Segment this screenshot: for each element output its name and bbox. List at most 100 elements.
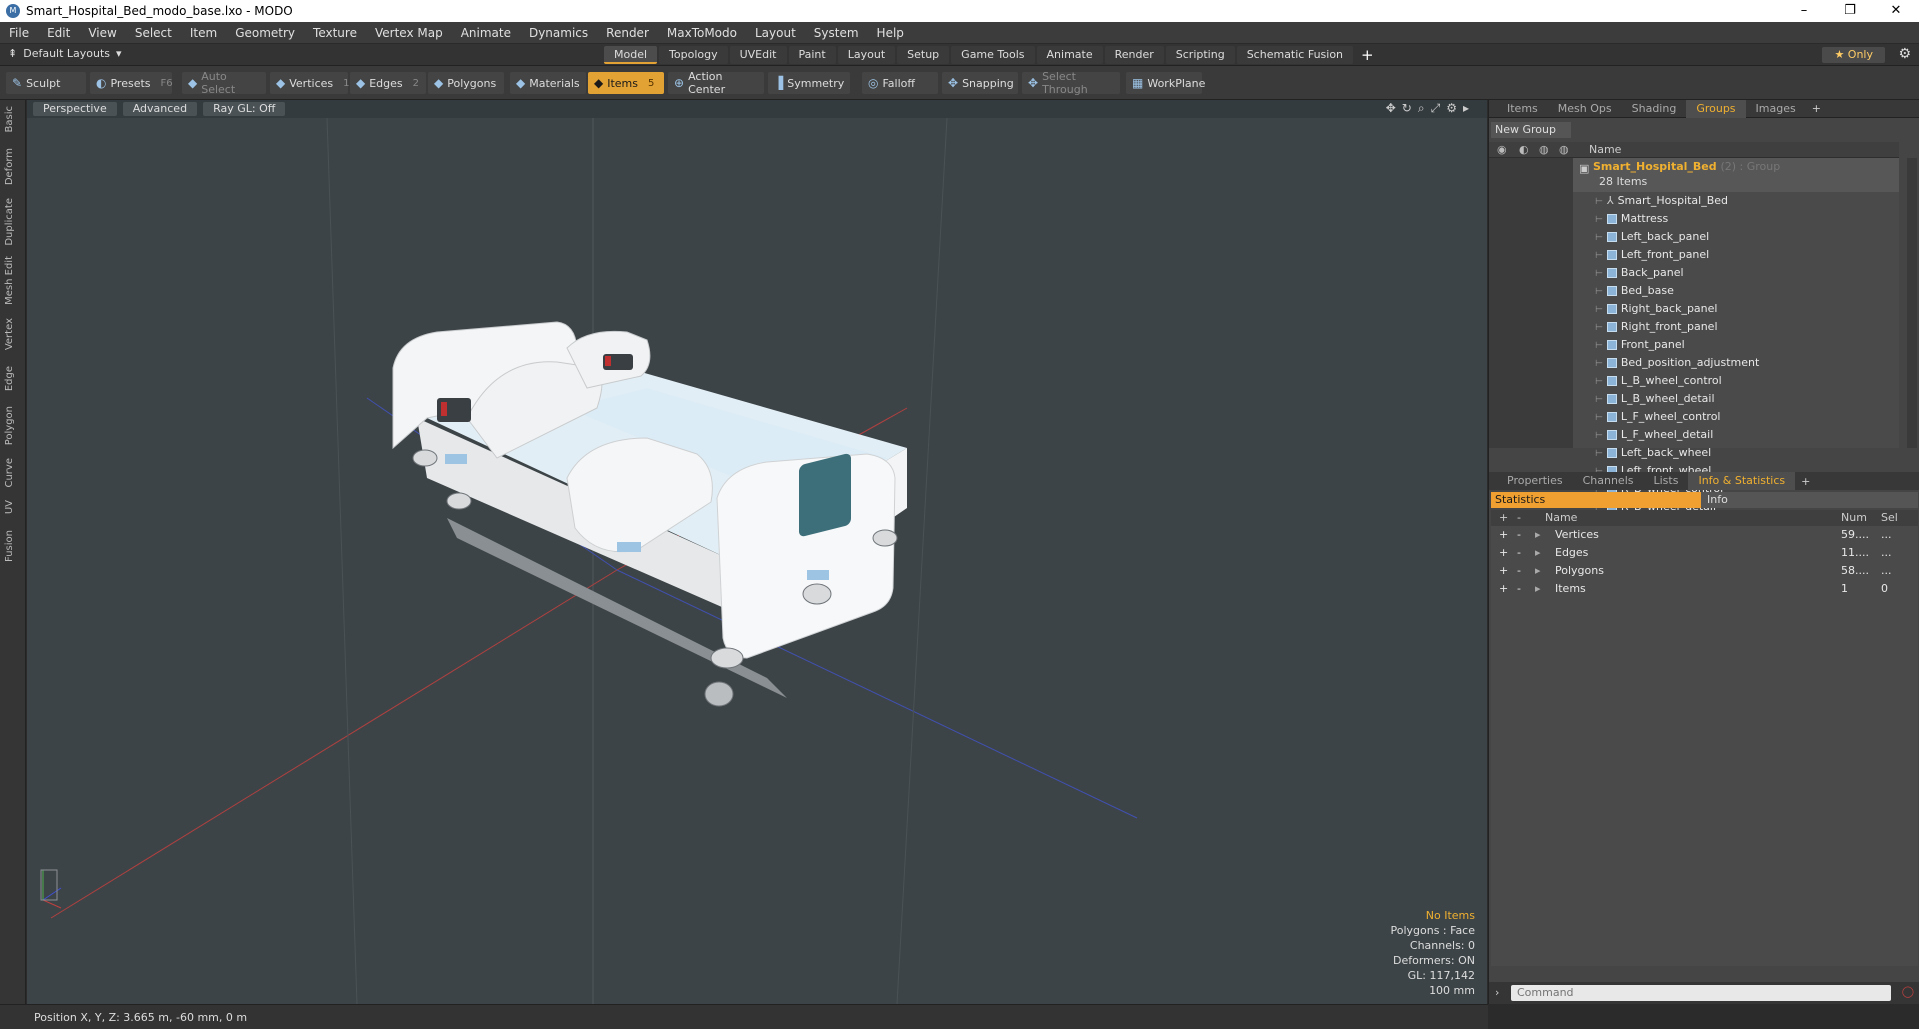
menu-dynamics[interactable]: Dynamics (520, 22, 597, 44)
symmetry-button[interactable]: ▐ Symmetry (768, 72, 850, 94)
visibility-column[interactable] (1489, 158, 1573, 448)
list-item[interactable]: ⊢ L_F_wheel_detail (1573, 426, 1899, 444)
hospital-bed-model[interactable] (392, 321, 907, 707)
tab-deform[interactable]: Deform (4, 148, 15, 185)
list-item[interactable]: ⊢ Bed_position_adjustment (1573, 354, 1899, 372)
list-item[interactable]: ⊢ L_F_wheel_control (1573, 408, 1899, 426)
edges-button[interactable]: ◆ Edges 2 (350, 72, 426, 94)
menu-system[interactable]: System (805, 22, 868, 44)
rotate-icon[interactable]: ↻ (1402, 101, 1412, 116)
select-through-button[interactable]: ✥ Select Through (1022, 70, 1120, 96)
menu-select[interactable]: Select (126, 22, 181, 44)
select-icon[interactable]: ◍ (1559, 143, 1569, 156)
table-row[interactable]: + - ▸ Polygons 58....... (1491, 562, 1918, 580)
view-mode-button[interactable]: Perspective (33, 102, 117, 116)
tab-curve[interactable]: Curve (4, 458, 15, 488)
menu-file[interactable]: File (0, 22, 38, 44)
items-button[interactable]: ◆ Items 5 (588, 72, 664, 94)
tab-items[interactable]: Items (1489, 100, 1548, 118)
tab-uvedit[interactable]: UVEdit (729, 46, 787, 64)
raygl-button[interactable]: Ray GL: Off (203, 102, 286, 116)
menu-render[interactable]: Render (597, 22, 658, 44)
sculpt-button[interactable]: ✎ Sculpt (6, 72, 86, 94)
minus-icon[interactable]: - (1517, 562, 1521, 580)
list-item[interactable]: ⊢ L_B_wheel_detail (1573, 390, 1899, 408)
group-row[interactable]: ▣ Smart_Hospital_Bed (2) : Group 28 Item… (1573, 158, 1899, 192)
menu-geometry[interactable]: Geometry (226, 22, 304, 44)
zoom-icon[interactable]: ⌕ (1418, 101, 1425, 116)
snapping-button[interactable]: ✥ Snapping (942, 72, 1018, 94)
menu-animate[interactable]: Animate (452, 22, 520, 44)
list-item[interactable]: ⊢ Left_back_wheel (1573, 444, 1899, 462)
add-icon[interactable]: + (1499, 544, 1508, 562)
menu-view[interactable]: View (79, 22, 125, 44)
tab-game-tools[interactable]: Game Tools (951, 46, 1035, 64)
record-icon[interactable]: ◯ (1902, 985, 1914, 998)
tab-groups[interactable]: Groups (1686, 99, 1746, 118)
tab-lists[interactable]: Lists (1644, 472, 1689, 490)
info-tab[interactable]: Info (1701, 492, 1918, 508)
falloff-button[interactable]: ◎ Falloff (862, 72, 938, 94)
tab-paint[interactable]: Paint (788, 46, 836, 64)
expand-icon[interactable]: ▸ (1535, 580, 1541, 598)
menu-maxtomodo[interactable]: MaxToModo (658, 22, 746, 44)
menu-item[interactable]: Item (181, 22, 226, 44)
list-item[interactable]: ⊢ Right_front_panel (1573, 318, 1899, 336)
layout-dropdown[interactable]: ⇞ Default Layouts ▾ (8, 47, 122, 60)
action-center-button[interactable]: ⊕ Action Center (668, 70, 764, 96)
maximize-button[interactable]: ❐ (1827, 0, 1873, 22)
close-button[interactable]: ✕ (1873, 0, 1919, 22)
table-row[interactable]: + - ▸ Items 1 0 (1491, 580, 1918, 598)
menu-layout[interactable]: Layout (746, 22, 805, 44)
tab-channels[interactable]: Channels (1573, 472, 1644, 490)
menu-vertex-map[interactable]: Vertex Map (366, 22, 452, 44)
tab-duplicate[interactable]: Duplicate (4, 198, 15, 246)
list-item[interactable]: ⊢ ⅄ Smart_Hospital_Bed (1573, 192, 1899, 210)
statistics-tab[interactable]: Statistics (1491, 492, 1701, 508)
tab-edge[interactable]: Edge (4, 366, 15, 391)
expand-icon[interactable]: ▸ (1535, 562, 1541, 580)
list-item[interactable]: ⊢ Mattress (1573, 210, 1899, 228)
tab-properties[interactable]: Properties (1489, 472, 1573, 490)
minus-icon[interactable]: - (1517, 544, 1521, 562)
list-item[interactable]: ⊢ L_B_wheel_control (1573, 372, 1899, 390)
fit-icon[interactable]: ⤢ (1431, 101, 1441, 116)
lock-icon[interactable]: ◐ (1519, 143, 1529, 156)
group-list-scrollbar[interactable] (1907, 158, 1917, 448)
tab-animate[interactable]: Animate (1036, 46, 1103, 64)
tab-scripting[interactable]: Scripting (1165, 46, 1235, 64)
tab-topology[interactable]: Topology (659, 46, 728, 64)
vertices-button[interactable]: ◆ Vertices 1 (270, 72, 350, 94)
add-icon[interactable]: + (1499, 580, 1508, 598)
materials-button[interactable]: ◆ Materials (510, 72, 586, 94)
table-row[interactable]: + - ▸ Edges 11....... (1491, 544, 1918, 562)
minus-icon[interactable]: - (1517, 580, 1521, 598)
tab-polygon[interactable]: Polygon (4, 406, 15, 445)
minus-icon[interactable]: - (1517, 526, 1521, 544)
list-item[interactable]: ⊢ Left_front_panel (1573, 246, 1899, 264)
add-icon[interactable]: + (1499, 562, 1508, 580)
list-item[interactable]: ⊢ Left_back_panel (1573, 228, 1899, 246)
viewport-gear-icon[interactable]: ⚙ (1446, 101, 1457, 116)
expand-icon[interactable]: ▸ (1463, 101, 1469, 116)
tab-info-statistics[interactable]: Info & Statistics (1688, 472, 1796, 490)
tab-mesh-edit[interactable]: Mesh Edit (4, 256, 15, 305)
minimize-button[interactable]: – (1781, 0, 1827, 22)
tab-model[interactable]: Model (604, 46, 658, 64)
tab-render[interactable]: Render (1104, 46, 1164, 64)
tab-vertex[interactable]: Vertex (4, 318, 15, 350)
tab-images[interactable]: Images (1746, 100, 1806, 118)
table-row[interactable]: + - ▸ Vertices 59....... (1491, 526, 1918, 544)
presets-button[interactable]: ◐ Presets F6 (90, 72, 173, 94)
tab-basic[interactable]: Basic (4, 106, 15, 132)
tab-uv[interactable]: UV (4, 500, 15, 514)
menu-edit[interactable]: Edit (38, 22, 79, 44)
add-tab-icon[interactable]: + (1355, 46, 1380, 64)
new-group-button[interactable]: New Group (1491, 122, 1571, 138)
add-stats-tab-icon[interactable]: + (1795, 475, 1816, 488)
tab-fusion[interactable]: Fusion (4, 530, 15, 562)
render-icon[interactable]: ◍ (1539, 143, 1549, 156)
list-item[interactable]: ⊢ Front_panel (1573, 336, 1899, 354)
list-item[interactable]: ⊢ Bed_base (1573, 282, 1899, 300)
auto-select-button[interactable]: ◆ Auto Select (182, 70, 266, 96)
